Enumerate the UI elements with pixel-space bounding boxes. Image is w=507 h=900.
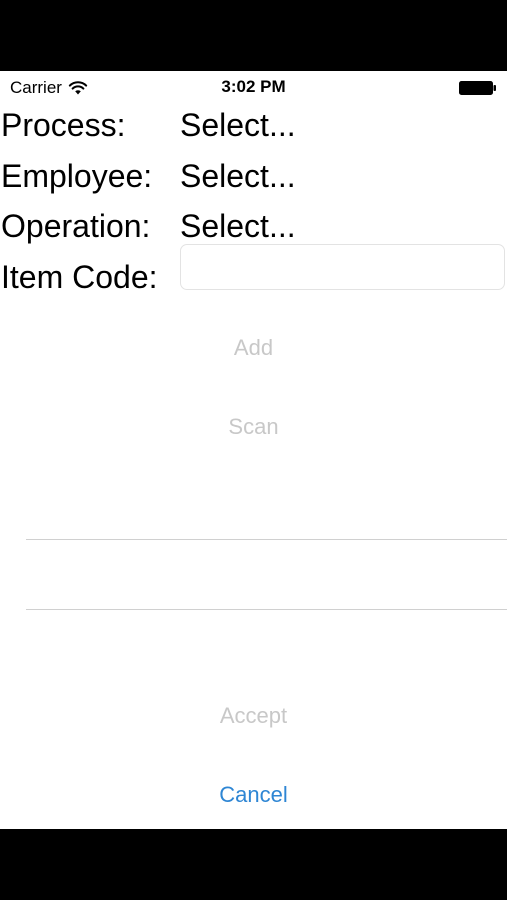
operation-row: Operation: Select... [0,206,507,246]
employee-row: Employee: Select... [0,156,507,196]
item-code-row: Item Code: [0,244,507,297]
item-code-input[interactable] [180,244,505,290]
operation-label: Operation: [1,208,151,244]
scan-button[interactable]: Scan [0,412,507,442]
employee-label: Employee: [1,158,153,194]
process-select[interactable]: Select... [180,105,296,145]
employee-select[interactable]: Select... [180,156,296,196]
status-bar: Carrier 3:02 PM [0,71,507,105]
battery-icon [459,81,496,95]
add-button[interactable]: Add [0,333,507,363]
cancel-button[interactable]: Cancel [0,780,507,810]
operation-select[interactable]: Select... [180,206,296,246]
bottom-letterbox [0,829,507,900]
accept-button[interactable]: Accept [0,701,507,731]
list-divider-bottom [26,609,507,610]
process-label: Process: [1,107,126,143]
top-letterbox [0,0,507,71]
status-time: 3:02 PM [221,77,286,96]
app-screen: Carrier 3:02 PM Process: Select... Emplo… [0,71,507,829]
list-divider-top [26,539,507,540]
process-row: Process: Select... [0,105,507,145]
item-code-label: Item Code: [1,259,158,295]
